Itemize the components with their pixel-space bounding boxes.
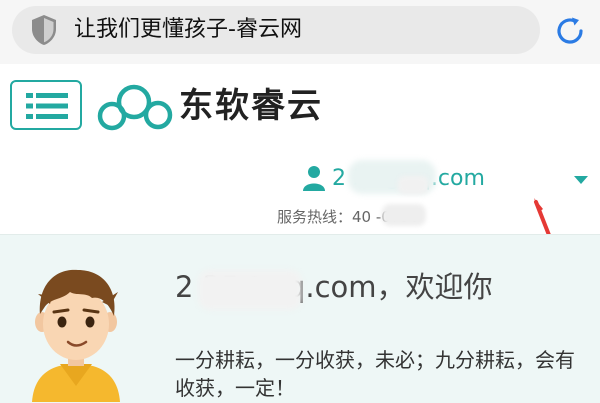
- cloud-logo-icon: [97, 84, 173, 131]
- redaction-mask: [382, 204, 426, 226]
- address-text[interactable]: 让我们更懂孩子-睿云网: [74, 14, 302, 46]
- menu-button[interactable]: [10, 80, 82, 130]
- redaction-mask: [398, 176, 428, 194]
- browser-toolbar: 让我们更懂孩子-睿云网: [0, 0, 600, 64]
- list-icon: [26, 93, 68, 119]
- logo-text: 东软睿云: [179, 86, 323, 126]
- chevron-down-icon[interactable]: [574, 176, 588, 184]
- avatar: [32, 269, 120, 402]
- user-icon[interactable]: [302, 165, 326, 191]
- redaction-mask: [198, 270, 302, 310]
- shield-icon: [32, 15, 56, 45]
- motto-text: 一分耕耘，一分收获，未必；九分耕耘，会有收获，一定！: [175, 348, 575, 400]
- reload-icon[interactable]: [553, 14, 587, 48]
